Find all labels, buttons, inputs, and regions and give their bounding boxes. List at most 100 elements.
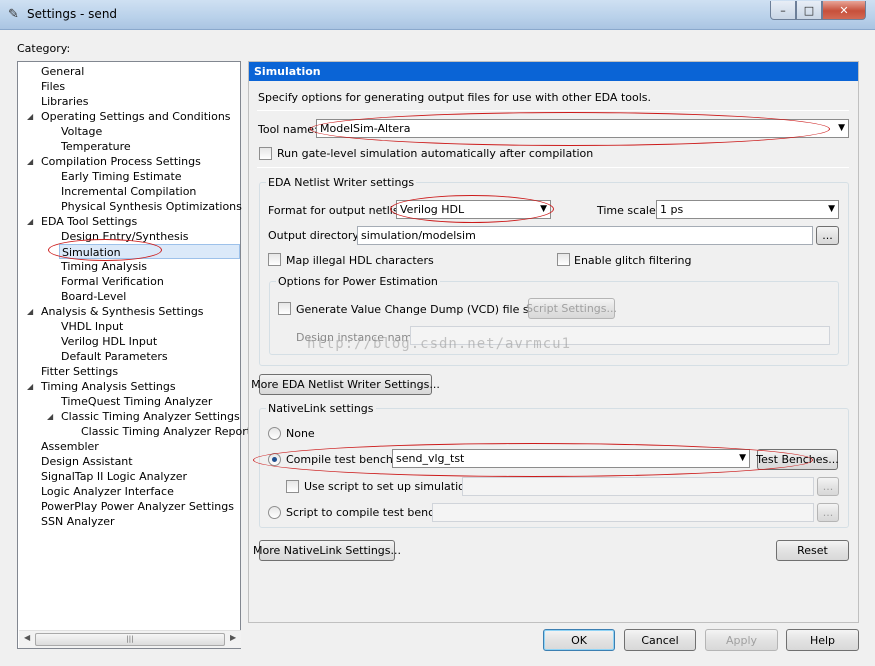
tool-name-label: Tool name: [258, 123, 318, 136]
tree-item[interactable]: Analysis & Synthesis Settings [39, 304, 204, 319]
expand-arrow-icon[interactable]: ◢ [27, 304, 33, 319]
tree-item[interactable]: Voltage [59, 124, 102, 139]
tree-item-label: VHDL Input [61, 320, 124, 333]
tree-item[interactable]: Operating Settings and Conditions [39, 109, 231, 124]
tree-item-label: Physical Synthesis Optimizations [61, 200, 242, 213]
scroll-right-icon[interactable]: ▶ [230, 633, 236, 642]
timescale-value: 1 ps [660, 203, 684, 216]
browse-output-dir-button[interactable]: ... [816, 226, 839, 245]
expand-arrow-icon[interactable]: ◢ [27, 154, 33, 169]
glitch-checkbox[interactable] [557, 253, 570, 266]
tree-item[interactable]: SignalTap II Logic Analyzer [39, 469, 187, 484]
tree-item[interactable]: Default Parameters [59, 349, 168, 364]
tree-item-label: Formal Verification [61, 275, 164, 288]
ok-button[interactable]: OK [543, 629, 615, 651]
tree-item-label: Timing Analysis Settings [41, 380, 176, 393]
separator [257, 167, 849, 168]
browse-use-script-button[interactable]: ... [817, 477, 839, 496]
use-script-label: Use script to set up simulation: [304, 480, 476, 493]
tree-horizontal-scrollbar[interactable]: ◀ ||| ▶ [19, 630, 241, 648]
tree-item[interactable]: TimeQuest Timing Analyzer [59, 394, 212, 409]
minimize-button[interactable]: – [770, 1, 796, 20]
tree-item[interactable]: Files [39, 79, 65, 94]
output-dir-input[interactable]: simulation/modelsim [357, 226, 813, 245]
tree-item[interactable]: VHDL Input [59, 319, 123, 334]
format-label: Format for output netlist: [268, 204, 407, 217]
tree-item[interactable]: Design Entry/Synthesis [59, 229, 188, 244]
cancel-button[interactable]: Cancel [624, 629, 696, 651]
tree-item[interactable]: Board-Level [59, 289, 126, 304]
tree-item-label: Assembler [41, 440, 99, 453]
glitch-label: Enable glitch filtering [574, 254, 692, 267]
tree-item-label: Simulation [62, 246, 121, 259]
gate-level-checkbox[interactable] [259, 147, 272, 160]
power-group-title: Options for Power Estimation [276, 275, 440, 288]
expand-arrow-icon[interactable]: ◢ [27, 214, 33, 229]
use-script-input[interactable] [462, 477, 814, 496]
tree-item[interactable]: Formal Verification [59, 274, 164, 289]
expand-arrow-icon[interactable]: ◢ [47, 409, 53, 424]
chevron-down-icon: ▼ [540, 204, 547, 214]
map-illegal-checkbox[interactable] [268, 253, 281, 266]
maximize-button[interactable]: □ [796, 1, 822, 20]
vcd-checkbox[interactable] [278, 302, 291, 315]
reset-button[interactable]: Reset [776, 540, 849, 561]
more-nativelink-settings-button[interactable]: More NativeLink Settings... [253, 540, 401, 561]
tree-item[interactable]: Timing Analysis [59, 259, 147, 274]
script-settings-button[interactable]: Script Settings... [526, 298, 617, 319]
tree-item[interactable]: Compilation Process Settings [39, 154, 201, 169]
expand-arrow-icon[interactable]: ◢ [27, 379, 33, 394]
timescale-dropdown[interactable]: 1 ps ▼ [656, 200, 839, 219]
format-dropdown[interactable]: Verilog HDL ▼ [396, 200, 551, 219]
tree-item-label: Files [41, 80, 66, 93]
tree-item[interactable]: EDA Tool Settings [39, 214, 137, 229]
tree-item[interactable]: SSN Analyzer [39, 514, 115, 529]
tree-item[interactable]: Logic Analyzer Interface [39, 484, 174, 499]
vcd-label: Generate Value Change Dump (VCD) file sc… [296, 303, 554, 316]
tree-item[interactable]: Incremental Compilation [59, 184, 196, 199]
none-radio[interactable] [268, 427, 281, 440]
tree-item[interactable]: Classic Timing Analyzer Reporting [79, 424, 268, 439]
script-compile-radio[interactable] [268, 506, 281, 519]
compile-tb-dropdown[interactable]: send_vlg_tst ▼ [392, 449, 750, 468]
scrollbar-thumb[interactable]: ||| [35, 633, 225, 646]
more-eda-settings-button[interactable]: More EDA Netlist Writer Settings... [251, 374, 440, 395]
tree-item-label: Early Timing Estimate [61, 170, 182, 183]
tree-item-label: Voltage [61, 125, 103, 138]
category-label: Category: [17, 42, 71, 55]
help-button[interactable]: Help [786, 629, 859, 651]
tree-item[interactable]: Physical Synthesis Optimizations [59, 199, 242, 214]
window-title: Settings - send [27, 7, 118, 21]
tree-item-label: SignalTap II Logic Analyzer [41, 470, 188, 483]
use-script-checkbox[interactable] [286, 480, 299, 493]
tree-item[interactable]: PowerPlay Power Analyzer Settings [39, 499, 234, 514]
scroll-left-icon[interactable]: ◀ [24, 633, 30, 642]
tool-name-dropdown[interactable]: ModelSim-Altera ▼ [316, 119, 849, 138]
tree-item[interactable]: General [39, 64, 84, 79]
script-compile-input[interactable] [432, 503, 814, 522]
tree-item[interactable]: Simulation [59, 244, 240, 259]
tree-item[interactable]: Temperature [59, 139, 131, 154]
apply-button[interactable]: Apply [705, 629, 778, 651]
tree-item[interactable]: Timing Analysis Settings [39, 379, 176, 394]
compile-tb-radio[interactable] [268, 453, 281, 466]
tree-item[interactable]: Assembler [39, 439, 99, 454]
category-tree[interactable]: General Files Libraries Operating Settings … [17, 61, 268, 649]
browse-script-compile-button[interactable]: ... [817, 503, 839, 522]
tree-item-label: Design Assistant [41, 455, 133, 468]
close-button[interactable]: ✕ [822, 1, 866, 20]
title-bar[interactable] [0, 0, 875, 30]
tree-item[interactable]: Libraries [39, 94, 89, 109]
script-compile-label: Script to compile test bench: [286, 506, 445, 519]
tree-item[interactable]: Classic Timing Analyzer Settings [59, 409, 240, 424]
tree-item[interactable]: Verilog HDL Input [59, 334, 157, 349]
tree-item[interactable]: Early Timing Estimate [59, 169, 182, 184]
tree-item-label: Libraries [41, 95, 89, 108]
tree-item[interactable]: Design Assistant [39, 454, 133, 469]
expand-arrow-icon[interactable]: ◢ [27, 109, 33, 124]
separator [257, 110, 849, 111]
tree-item[interactable]: Fitter Settings [39, 364, 118, 379]
test-benches-button[interactable]: Test Benches... [756, 449, 839, 470]
tree-item-label: Classic Timing Analyzer Reporting [81, 425, 269, 438]
panel-heading: Simulation [249, 62, 858, 81]
